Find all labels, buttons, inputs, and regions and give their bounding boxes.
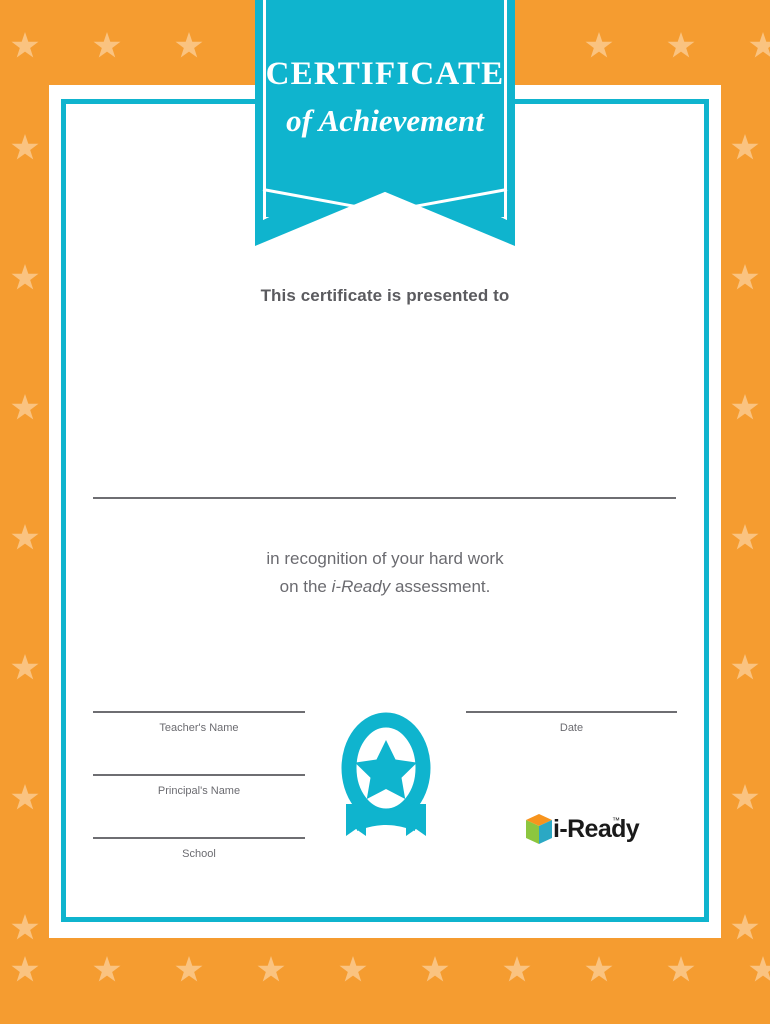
date-line[interactable] xyxy=(466,711,677,713)
principal-name-label: Principal's Name xyxy=(157,785,241,797)
recognition-line-1: in recognition of your hard work xyxy=(266,549,504,568)
certificate-page: CERTIFICATE of Achievement This certific… xyxy=(0,0,770,1024)
star-icon xyxy=(257,956,285,982)
i-ready-logo-text: i-Ready xyxy=(553,815,640,843)
principal-signature-line[interactable] xyxy=(93,774,305,776)
star-icon xyxy=(11,914,39,940)
star-icon xyxy=(731,784,759,810)
recognition-text: in recognition of your hard work on the … xyxy=(0,545,770,600)
trademark-icon: ™ xyxy=(612,816,620,825)
star-icon xyxy=(731,654,759,680)
certificate-subtitle: of Achievement xyxy=(286,103,484,138)
star-icon xyxy=(11,784,39,810)
star-icon xyxy=(731,394,759,420)
recognition-prefix: on the xyxy=(279,576,332,596)
certificate-title: CERTIFICATE xyxy=(265,56,505,92)
recognition-line-2: on the i-Ready assessment. xyxy=(0,573,770,601)
star-icon xyxy=(339,956,367,982)
star-icon xyxy=(11,134,39,160)
achievement-medal-icon xyxy=(333,712,439,840)
star-icon xyxy=(175,956,203,982)
star-icon xyxy=(421,956,449,982)
school-label: School xyxy=(182,848,216,860)
date-label: Date xyxy=(559,722,584,734)
star-icon xyxy=(667,956,695,982)
star-icon xyxy=(585,956,613,982)
school-line[interactable] xyxy=(93,837,305,839)
star-icon xyxy=(749,956,770,982)
star-icon xyxy=(667,32,695,58)
teacher-signature-line[interactable] xyxy=(93,711,305,713)
star-icon xyxy=(585,32,613,58)
recognition-emphasis: i-Ready xyxy=(331,576,391,596)
teacher-name-label: Teacher's Name xyxy=(159,722,239,734)
star-icon xyxy=(11,32,39,58)
star-icon xyxy=(11,394,39,420)
star-icon xyxy=(93,32,121,58)
star-icon xyxy=(731,134,759,160)
star-icon xyxy=(731,914,759,940)
star-icon xyxy=(503,956,531,982)
star-icon xyxy=(93,956,121,982)
star-icon xyxy=(749,32,770,58)
star-icon xyxy=(11,956,39,982)
recipient-name-line[interactable] xyxy=(93,497,676,499)
recognition-suffix: assessment. xyxy=(390,576,491,596)
star-icon xyxy=(11,654,39,680)
presented-to-label: This certificate is presented to xyxy=(260,286,510,305)
star-icon xyxy=(175,32,203,58)
